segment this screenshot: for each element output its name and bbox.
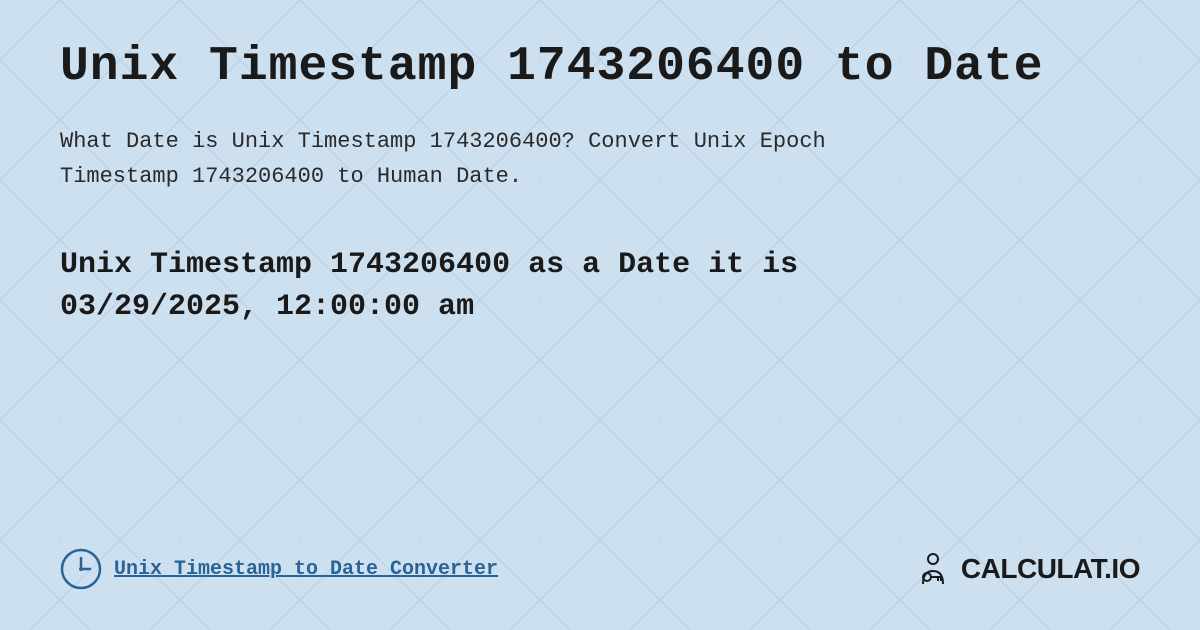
footer-link-text[interactable]: Unix Timestamp to Date Converter xyxy=(114,558,498,581)
page-title: Unix Timestamp 1743206400 to Date xyxy=(60,40,1140,94)
description-line2: Timestamp 1743206400 to Human Date. xyxy=(60,164,522,189)
brand-name: CALCULAT.IO xyxy=(961,553,1140,585)
footer-link-container[interactable]: Unix Timestamp to Date Converter xyxy=(60,548,498,590)
brand-logo: CALCULAT.IO xyxy=(913,549,1140,589)
result-display: Unix Timestamp 1743206400 as a Date it i… xyxy=(60,244,1140,328)
result-line2: 03/29/2025, 12:00:00 am xyxy=(60,290,474,324)
clock-icon xyxy=(60,548,102,590)
result-line1: Unix Timestamp 1743206400 as a Date it i… xyxy=(60,248,798,282)
page-description: What Date is Unix Timestamp 1743206400? … xyxy=(60,124,960,194)
brand-icon xyxy=(913,549,953,589)
description-line1: What Date is Unix Timestamp 1743206400? … xyxy=(60,129,826,154)
